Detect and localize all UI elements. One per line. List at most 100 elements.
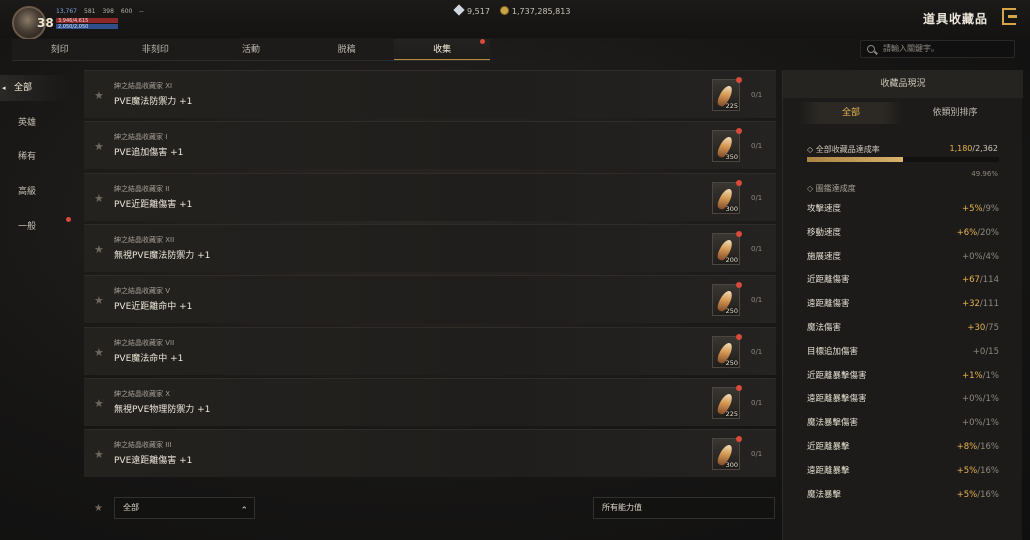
panel-tab-all[interactable]: 全部 <box>799 102 903 124</box>
stat-current: +1% <box>962 370 983 381</box>
stat-max: /1% <box>982 394 999 405</box>
favorite-star-icon[interactable]: ★ <box>94 448 104 461</box>
favorite-star-icon[interactable]: ★ <box>94 346 104 359</box>
item-count: 0/1 <box>751 142 763 151</box>
search-input[interactable]: 請輸入關鍵字。 <box>860 40 1015 58</box>
stat-name: 近距離傷害 <box>807 275 850 286</box>
top-bar: 38 13,767 581 398 600 -- 3,946/4,615 2,0… <box>0 0 1030 40</box>
stat-value: +30/75 <box>967 318 999 338</box>
stat-value: +0%/1% <box>962 389 999 409</box>
item-collection-name: 紳之結晶收藏家 III <box>114 441 172 450</box>
diamond-icon <box>453 4 465 16</box>
item-reward: PVE魔法命中 +1 <box>114 353 184 364</box>
item-collection-name: 紳之結晶收藏家 I <box>114 133 168 142</box>
favorite-star-icon[interactable]: ★ <box>94 140 104 153</box>
stat-name: 魔法暴擊傷害 <box>807 418 859 429</box>
stat-row: 魔法傷害 +30/75 <box>807 318 999 338</box>
item-slot[interactable]: 250 <box>712 282 742 317</box>
stat-row: 施展速度 +0%/4% <box>807 247 999 267</box>
item-slot[interactable]: 350 <box>712 128 742 163</box>
stat-max: /9% <box>982 204 999 214</box>
stat-defense: 581 <box>84 8 96 15</box>
item-count: 0/1 <box>751 347 763 356</box>
list-item[interactable]: ★ 紳之結晶收藏家 X 無視PVE物理防禦力 +1 225 0/1 <box>84 377 776 426</box>
favorite-filter-star-icon[interactable]: ★ <box>94 503 103 514</box>
notification-dot <box>736 384 742 391</box>
list-item[interactable]: ★ 紳之結晶收藏家 III PVE遠距離傷害 +1 300 0/1 <box>84 429 776 478</box>
favorite-star-icon[interactable]: ★ <box>94 397 104 410</box>
tab-draft[interactable]: 脱稿 <box>299 39 395 60</box>
sidebar-item-hero[interactable]: 英雄 <box>0 110 72 136</box>
stat-max: /15 <box>985 346 999 357</box>
stat-power: 13,767 <box>56 8 77 15</box>
item-slot[interactable]: 200 <box>712 230 742 265</box>
stat-name: 攻擊速度 <box>807 204 842 214</box>
stat-row: 移動速度 +6%/20% <box>807 223 999 243</box>
stat-max: /114 <box>979 275 999 286</box>
item-slot[interactable]: 300 <box>712 436 742 471</box>
stat-weight: 600 <box>120 8 133 15</box>
stat-row: 魔法暴擊傷害 +0%/1% <box>807 413 999 433</box>
item-quantity: 250 <box>725 307 738 316</box>
item-slot[interactable]: 225 <box>712 77 742 111</box>
favorite-star-icon[interactable]: ★ <box>94 294 104 307</box>
item-slot[interactable]: 300 <box>712 179 742 214</box>
gold-coin-icon <box>499 6 509 15</box>
item-quantity: 225 <box>725 409 738 418</box>
exit-icon[interactable] <box>1002 8 1017 25</box>
stat-current: +0 <box>972 346 986 357</box>
tab-collection[interactable]: 收集 <box>394 39 490 60</box>
rate-percent: 49.96% <box>971 170 998 178</box>
stat-value: +5%/9% <box>962 199 999 219</box>
favorite-star-icon[interactable]: ★ <box>94 243 104 256</box>
stat-row: 近距離暴擊 +8%/16% <box>807 437 999 457</box>
tab-engraved[interactable]: 刻印 <box>12 39 108 60</box>
list-item[interactable]: ★ 紳之結晶收藏家 XI PVE魔法防禦力 +1 225 0/1 <box>84 70 776 118</box>
stat-value: +0%/1% <box>962 413 999 433</box>
grade-filter-select[interactable]: 全部 ⌃ <box>114 497 255 519</box>
favorite-star-icon[interactable]: ★ <box>94 192 104 205</box>
stat-name: 魔法暴擊 <box>807 489 842 500</box>
stat-max: /16% <box>977 489 999 500</box>
tab-event[interactable]: 活動 <box>203 39 299 60</box>
sidebar-item-advanced[interactable]: 高級 <box>0 179 72 205</box>
tab-non-engraved[interactable]: 非刻印 <box>108 39 204 60</box>
chevron-up-icon: ⌃ <box>240 506 248 516</box>
ability-filter-select[interactable]: 所有能力值 <box>593 497 775 519</box>
item-reward: PVE追加傷害 +1 <box>114 148 184 159</box>
item-count: 0/1 <box>751 193 763 202</box>
stat-magic: 398 <box>102 8 114 15</box>
stat-current: +0% <box>962 251 983 262</box>
stat-current: +0% <box>962 394 983 405</box>
item-collection-name: 紳之結晶收藏家 XII <box>114 235 175 244</box>
list-item[interactable]: ★ 紳之結晶收藏家 II PVE近距離傷害 +1 300 0/1 <box>84 172 776 221</box>
item-reward: PVE近距離傷害 +1 <box>114 199 193 210</box>
stat-name: 遠距離暴擊傷害 <box>807 394 867 405</box>
stat-current: +0% <box>962 418 983 429</box>
stat-max: /16% <box>977 442 999 452</box>
page-title: 道具收藏品 <box>922 12 988 26</box>
item-count: 0/1 <box>751 244 763 253</box>
sidebar-item-normal[interactable]: 一般 <box>0 214 72 240</box>
item-collection-name: 紳之結晶收藏家 XI <box>114 82 173 90</box>
item-slot[interactable]: 225 <box>712 384 742 419</box>
stat-value: +67/114 <box>962 270 999 290</box>
stat-max: /1% <box>982 370 999 381</box>
item-slot[interactable]: 250 <box>712 333 742 368</box>
sidebar-item-rare[interactable]: 稀有 <box>0 144 72 170</box>
list-item[interactable]: ★ 紳之結晶收藏家 V PVE近距離命中 +1 250 0/1 <box>84 275 776 324</box>
list-item[interactable]: ★ 紳之結晶收藏家 XII 無視PVE魔法防禦力 +1 200 0/1 <box>84 223 776 272</box>
list-item[interactable]: ★ 紳之結晶收藏家 I PVE追加傷害 +1 350 0/1 <box>84 121 776 170</box>
mp-text: 2,050/2,050 <box>58 23 89 30</box>
item-quantity: 350 <box>725 153 738 162</box>
panel-tabs: 全部 依類別排序 <box>799 102 1007 124</box>
favorite-star-icon[interactable]: ★ <box>94 89 104 102</box>
item-reward: 無視PVE魔法防禦力 +1 <box>114 250 211 261</box>
list-item[interactable]: ★ 紳之結晶收藏家 VII PVE魔法命中 +1 250 0/1 <box>84 326 776 375</box>
stat-value: +0%/4% <box>962 247 999 267</box>
stat-current: +8% <box>956 442 978 452</box>
stat-value: +8%/16% <box>957 437 999 457</box>
panel-tab-by-category[interactable]: 依類別排序 <box>903 102 1007 124</box>
stat-row: 遠距離暴擊傷害 +0%/1% <box>807 389 999 409</box>
sidebar-item-all[interactable]: 全部 <box>0 75 72 101</box>
